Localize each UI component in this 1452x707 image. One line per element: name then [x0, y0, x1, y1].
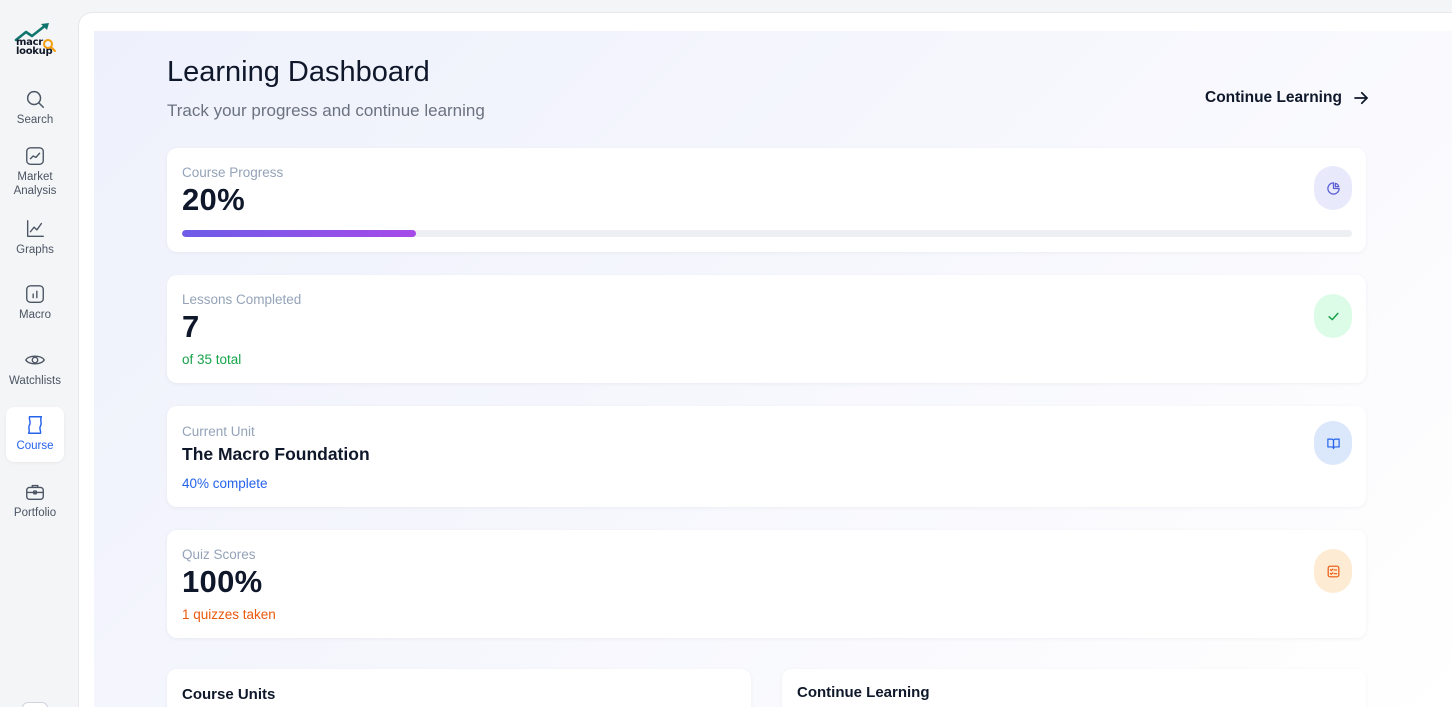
- scroll-icon: [27, 416, 43, 434]
- sidebar-item-watchlists[interactable]: Watchlists: [6, 349, 64, 393]
- page-subtitle: Track your progress and continue learnin…: [167, 101, 485, 120]
- card-label: Quiz Scores: [182, 547, 256, 562]
- bar-chart-icon: [26, 285, 44, 303]
- card-label: Course Progress: [182, 165, 284, 180]
- card-label: Current Unit: [182, 424, 255, 439]
- trend-chart-icon: [26, 147, 44, 165]
- sidebar-item-search[interactable]: Search: [6, 86, 64, 130]
- course-units-card: Course Units: [167, 669, 751, 707]
- unit-badge: [1314, 421, 1352, 465]
- sidebar: macr lookup Search Market Analysis Graph…: [0, 0, 78, 707]
- sidebar-item-portfolio[interactable]: Portfolio: [6, 481, 64, 525]
- line-graph-icon: [26, 220, 44, 238]
- search-icon: [26, 90, 44, 108]
- sidebar-item-course[interactable]: Course: [6, 407, 64, 462]
- progress-badge: [1314, 166, 1352, 210]
- sidebar-item-label: Portfolio: [13, 507, 57, 519]
- arrow-right-icon: [1354, 91, 1368, 105]
- quiz-scores-card: Quiz Scores 100% 1 quizzes taken: [167, 530, 1366, 638]
- lessons-completed-card: Lessons Completed 7 of 35 total: [167, 275, 1366, 383]
- checklist-icon: [1327, 565, 1339, 577]
- pie-chart-icon: [1326, 181, 1340, 195]
- course-progress-value: 20%: [182, 182, 245, 217]
- lessons-completed-value: 7: [182, 309, 200, 344]
- course-units-title: Course Units: [182, 686, 276, 703]
- macrolookup-logo[interactable]: macr lookup: [14, 22, 58, 64]
- lessons-badge: [1314, 294, 1352, 338]
- sidebar-item-label: Search: [16, 114, 54, 126]
- course-progress-fill: [182, 230, 416, 237]
- lessons-total-text: of 35 total: [182, 352, 242, 367]
- quiz-badge: [1314, 549, 1352, 593]
- sidebar-item-label: Watchlists: [9, 375, 61, 387]
- sidebar-item-label: Macro: [19, 309, 51, 321]
- sidebar-user-button[interactable]: [22, 702, 48, 707]
- card-label: Lessons Completed: [182, 292, 302, 307]
- current-unit-progress: 40% complete: [182, 476, 268, 491]
- check-icon: [1327, 312, 1339, 320]
- continue-learning-label: Continue Learning: [1205, 89, 1342, 106]
- continue-learning-title: Continue Learning: [797, 684, 930, 701]
- sidebar-item-label: Course: [16, 440, 54, 452]
- page-title: Learning Dashboard: [167, 56, 430, 88]
- current-unit-card: Current Unit The Macro Foundation 40% co…: [167, 406, 1366, 507]
- briefcase-icon: [26, 484, 44, 501]
- logo-magnifier-icon: [43, 39, 56, 52]
- quizzes-taken-text: 1 quizzes taken: [182, 607, 276, 622]
- continue-learning-card: Continue Learning: [782, 669, 1366, 707]
- open-book-icon: [1326, 438, 1340, 449]
- course-progress-card: Course Progress 20%: [167, 148, 1366, 252]
- current-unit-name: The Macro Foundation: [182, 444, 370, 464]
- sidebar-item-market-analysis[interactable]: Market Analysis: [6, 144, 64, 204]
- sidebar-item-graphs[interactable]: Graphs: [6, 218, 64, 262]
- sidebar-item-label: Graphs: [16, 244, 54, 256]
- sidebar-item-label: Market Analysis: [13, 171, 57, 197]
- continue-learning-button[interactable]: Continue Learning: [1205, 86, 1370, 110]
- sidebar-item-macro[interactable]: Macro: [6, 283, 64, 327]
- quiz-scores-value: 100%: [182, 564, 263, 599]
- eye-icon: [25, 355, 45, 365]
- course-progress-bar: [182, 230, 1352, 237]
